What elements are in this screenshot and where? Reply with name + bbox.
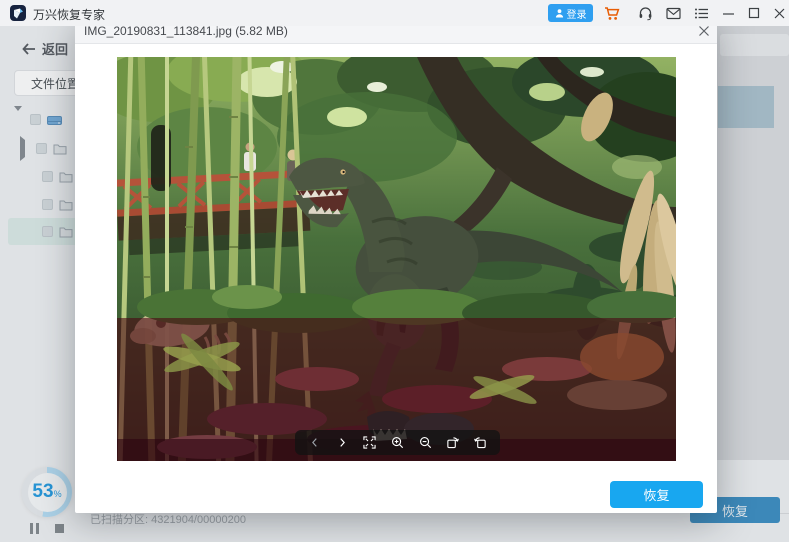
recover-label: 恢复 [643, 485, 669, 504]
window-titlebar: 万兴恢复专家 登录 [0, 0, 789, 26]
jungle-dinosaur-photo [117, 57, 676, 461]
menu-list-icon[interactable] [693, 5, 709, 21]
support-headset-icon[interactable] [637, 5, 653, 21]
previous-icon[interactable] [307, 435, 322, 450]
rotate-left-icon[interactable] [473, 435, 488, 450]
login-label: 登录 [567, 6, 587, 21]
recover-button[interactable]: 恢复 [610, 481, 703, 508]
minimize-icon[interactable] [720, 5, 736, 21]
maximize-icon[interactable] [746, 5, 762, 21]
preview-modal: IMG_20190831_113841.jpg (5.82 MB) [75, 18, 717, 513]
cart-icon[interactable] [604, 5, 620, 21]
zoom-out-icon[interactable] [418, 435, 433, 450]
rotate-right-icon[interactable] [445, 435, 460, 450]
close-window-icon[interactable] [771, 5, 787, 21]
app-logo [10, 5, 26, 21]
zoom-in-icon[interactable] [390, 435, 405, 450]
login-button[interactable]: 登录 [548, 4, 593, 22]
image-viewer-toolbar [295, 430, 500, 455]
feedback-mail-icon[interactable] [665, 5, 681, 21]
fullscreen-icon[interactable] [362, 435, 377, 450]
close-modal-icon[interactable] [697, 24, 711, 38]
app-title: 万兴恢复专家 [33, 6, 105, 23]
preview-image [117, 57, 676, 461]
next-icon[interactable] [335, 435, 350, 450]
preview-filename: IMG_20190831_113841.jpg (5.82 MB) [84, 24, 288, 38]
user-icon [555, 8, 564, 18]
